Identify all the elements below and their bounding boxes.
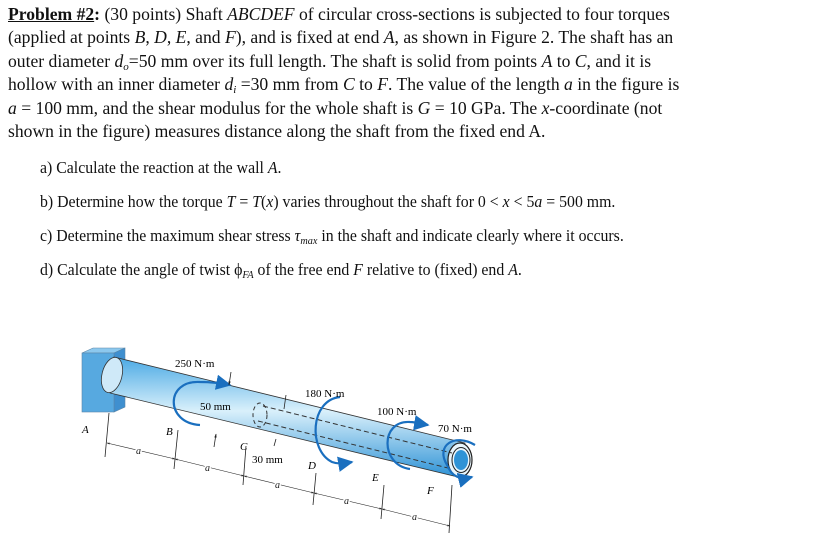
shaft-figure: 250 N·m 180 N·m 100 N·m 70 N·m 50 mm 30 … [81, 347, 476, 534]
point-label-c: C [240, 441, 248, 453]
torque-label-e: 100 N·m [377, 406, 417, 418]
problem-heading: Problem #2 [8, 4, 95, 24]
dim-label-de: a [344, 496, 349, 507]
problem-line-6: shown in the figure) measures distance a… [8, 121, 546, 142]
dim-label-cd: a [275, 480, 280, 491]
point-label-d: D [307, 460, 316, 472]
point-label-f: F [426, 485, 434, 497]
problem-line-1: Problem #2: (30 points) Shaft ABCDEF of … [8, 4, 670, 24]
inner-diameter-label: 30 mm [252, 454, 283, 466]
dim-label-ab: a [136, 446, 141, 457]
part-a: a) Calculate the reaction at the wall A. [40, 158, 282, 177]
dim-label-ef: a [412, 512, 417, 523]
point-label-e: E [371, 472, 379, 484]
part-d: d) Calculate the angle of twist ϕFA of t… [40, 260, 522, 281]
problem-line-5: a = 100 mm, and the shear modulus for th… [8, 97, 663, 118]
torque-label-b: 250 N·m [175, 358, 215, 370]
outer-diameter-label: 50 mm [200, 401, 231, 413]
point-label-a: A [81, 424, 89, 436]
problem-statement: Problem #2: (30 points) Shaft ABCDEF of … [8, 3, 823, 143]
torque-label-f: 70 N·m [438, 423, 472, 435]
dim-label-bc: a [205, 463, 210, 474]
torque-label-d: 180 N·m [305, 388, 345, 400]
part-b: b) Determine how the torque T = T(x) var… [40, 192, 616, 211]
problem-line-3: outer diameter do=50 mm over its full le… [8, 50, 652, 73]
problem-line-4: hollow with an inner diameter di =30 mm … [8, 74, 680, 97]
problem-points: (30 points) [104, 4, 182, 24]
problem-line-2: (applied at points B, D, E, and F), and … [8, 27, 674, 48]
point-label-b: B [166, 426, 173, 438]
part-c: c) Determine the maximum shear stress τm… [40, 226, 624, 247]
